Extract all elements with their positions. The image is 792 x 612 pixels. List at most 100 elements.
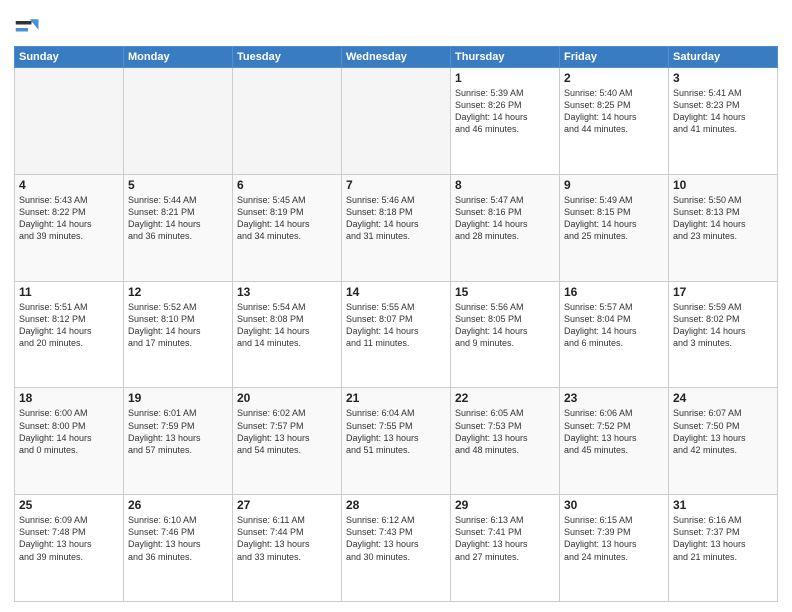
day-info: Sunrise: 5:44 AM Sunset: 8:21 PM Dayligh… <box>128 194 228 243</box>
day-info: Sunrise: 6:06 AM Sunset: 7:52 PM Dayligh… <box>564 407 664 456</box>
day-info: Sunrise: 5:59 AM Sunset: 8:02 PM Dayligh… <box>673 301 773 350</box>
day-number: 6 <box>237 178 337 192</box>
calendar-cell: 11 Sunrise: 5:51 AM Sunset: 8:12 PM Dayli… <box>15 281 124 388</box>
calendar-cell <box>233 68 342 175</box>
day-number: 3 <box>673 71 773 85</box>
day-info: Sunrise: 5:51 AM Sunset: 8:12 PM Dayligh… <box>19 301 119 350</box>
calendar-cell: 31Sunrise: 6:16 AM Sunset: 7:37 PM Dayli… <box>669 495 778 602</box>
day-info: Sunrise: 6:09 AM Sunset: 7:48 PM Dayligh… <box>19 514 119 563</box>
day-number: 14 <box>346 285 446 299</box>
day-info: Sunrise: 6:12 AM Sunset: 7:43 PM Dayligh… <box>346 514 446 563</box>
day-number: 10 <box>673 178 773 192</box>
calendar-cell: 29 Sunrise: 6:13 AM Sunset: 7:41 PM Dayli… <box>451 495 560 602</box>
day-info: Sunrise: 6:04 AM Sunset: 7:55 PM Dayligh… <box>346 407 446 456</box>
day-number: 19 <box>128 391 228 405</box>
calendar-cell: 15Sunrise: 5:56 AM Sunset: 8:05 PM Dayli… <box>451 281 560 388</box>
calendar-cell <box>342 68 451 175</box>
calendar-cell: 14 Sunrise: 5:55 AM Sunset: 8:07 PM Dayli… <box>342 281 451 388</box>
day-number: 2 <box>564 71 664 85</box>
calendar-week-row: 25 Sunrise: 6:09 AM Sunset: 7:48 PM Dayli… <box>15 495 778 602</box>
day-info: Sunrise: 5:54 AM Sunset: 8:08 PM Dayligh… <box>237 301 337 350</box>
day-number: 1 <box>455 71 555 85</box>
day-number: 21 <box>346 391 446 405</box>
calendar-week-row: 18 Sunrise: 6:00 AM Sunset: 8:00 PM Dayli… <box>15 388 778 495</box>
day-number: 8 <box>455 178 555 192</box>
day-number: 28 <box>346 498 446 512</box>
day-info: Sunrise: 5:41 AM Sunset: 8:23 PM Dayligh… <box>673 87 773 136</box>
calendar-cell: 25 Sunrise: 6:09 AM Sunset: 7:48 PM Dayli… <box>15 495 124 602</box>
day-info: Sunrise: 6:10 AM Sunset: 7:46 PM Dayligh… <box>128 514 228 563</box>
calendar-cell: 18 Sunrise: 6:00 AM Sunset: 8:00 PM Dayli… <box>15 388 124 495</box>
calendar-cell: 28 Sunrise: 6:12 AM Sunset: 7:43 PM Dayli… <box>342 495 451 602</box>
day-info: Sunrise: 6:11 AM Sunset: 7:44 PM Dayligh… <box>237 514 337 563</box>
calendar-header-row: SundayMondayTuesdayWednesdayThursdayFrid… <box>15 47 778 68</box>
day-info: Sunrise: 5:52 AM Sunset: 8:10 PM Dayligh… <box>128 301 228 350</box>
calendar-cell: 21 Sunrise: 6:04 AM Sunset: 7:55 PM Dayli… <box>342 388 451 495</box>
day-number: 24 <box>673 391 773 405</box>
day-info: Sunrise: 5:40 AM Sunset: 8:25 PM Dayligh… <box>564 87 664 136</box>
day-number: 29 <box>455 498 555 512</box>
calendar-cell: 7 Sunrise: 5:46 AM Sunset: 8:18 PM Daylig… <box>342 174 451 281</box>
calendar-cell: 4 Sunrise: 5:43 AM Sunset: 8:22 PM Daylig… <box>15 174 124 281</box>
page: SundayMondayTuesdayWednesdayThursdayFrid… <box>0 0 792 612</box>
day-number: 22 <box>455 391 555 405</box>
calendar-cell <box>15 68 124 175</box>
calendar-cell: 17 Sunrise: 5:59 AM Sunset: 8:02 PM Dayli… <box>669 281 778 388</box>
weekday-header-thursday: Thursday <box>451 47 560 68</box>
calendar-week-row: 1Sunrise: 5:39 AM Sunset: 8:26 PM Daylig… <box>15 68 778 175</box>
logo-icon <box>14 14 42 42</box>
day-info: Sunrise: 6:07 AM Sunset: 7:50 PM Dayligh… <box>673 407 773 456</box>
weekday-header-wednesday: Wednesday <box>342 47 451 68</box>
day-number: 4 <box>19 178 119 192</box>
day-info: Sunrise: 6:13 AM Sunset: 7:41 PM Dayligh… <box>455 514 555 563</box>
day-info: Sunrise: 5:46 AM Sunset: 8:18 PM Dayligh… <box>346 194 446 243</box>
day-number: 26 <box>128 498 228 512</box>
weekday-header-friday: Friday <box>560 47 669 68</box>
calendar-cell: 16Sunrise: 5:57 AM Sunset: 8:04 PM Dayli… <box>560 281 669 388</box>
day-info: Sunrise: 5:45 AM Sunset: 8:19 PM Dayligh… <box>237 194 337 243</box>
weekday-header-tuesday: Tuesday <box>233 47 342 68</box>
day-number: 27 <box>237 498 337 512</box>
day-number: 23 <box>564 391 664 405</box>
day-info: Sunrise: 5:57 AM Sunset: 8:04 PM Dayligh… <box>564 301 664 350</box>
day-number: 11 <box>19 285 119 299</box>
calendar-cell: 8Sunrise: 5:47 AM Sunset: 8:16 PM Daylig… <box>451 174 560 281</box>
calendar-cell: 6 Sunrise: 5:45 AM Sunset: 8:19 PM Daylig… <box>233 174 342 281</box>
calendar-cell: 12 Sunrise: 5:52 AM Sunset: 8:10 PM Dayli… <box>124 281 233 388</box>
day-info: Sunrise: 5:43 AM Sunset: 8:22 PM Dayligh… <box>19 194 119 243</box>
calendar-cell: 2 Sunrise: 5:40 AM Sunset: 8:25 PM Daylig… <box>560 68 669 175</box>
day-number: 15 <box>455 285 555 299</box>
day-number: 17 <box>673 285 773 299</box>
day-number: 18 <box>19 391 119 405</box>
calendar-cell: 9Sunrise: 5:49 AM Sunset: 8:15 PM Daylig… <box>560 174 669 281</box>
day-number: 20 <box>237 391 337 405</box>
calendar-cell: 1Sunrise: 5:39 AM Sunset: 8:26 PM Daylig… <box>451 68 560 175</box>
calendar-week-row: 4 Sunrise: 5:43 AM Sunset: 8:22 PM Daylig… <box>15 174 778 281</box>
day-number: 25 <box>19 498 119 512</box>
calendar-cell: 20 Sunrise: 6:02 AM Sunset: 7:57 PM Dayli… <box>233 388 342 495</box>
calendar: SundayMondayTuesdayWednesdayThursdayFrid… <box>14 46 778 602</box>
calendar-cell <box>124 68 233 175</box>
day-number: 7 <box>346 178 446 192</box>
calendar-cell: 26 Sunrise: 6:10 AM Sunset: 7:46 PM Dayli… <box>124 495 233 602</box>
day-info: Sunrise: 6:01 AM Sunset: 7:59 PM Dayligh… <box>128 407 228 456</box>
logo <box>14 14 46 42</box>
day-info: Sunrise: 6:00 AM Sunset: 8:00 PM Dayligh… <box>19 407 119 456</box>
day-number: 30 <box>564 498 664 512</box>
calendar-cell: 24 Sunrise: 6:07 AM Sunset: 7:50 PM Dayli… <box>669 388 778 495</box>
day-number: 13 <box>237 285 337 299</box>
day-info: Sunrise: 5:55 AM Sunset: 8:07 PM Dayligh… <box>346 301 446 350</box>
weekday-header-sunday: Sunday <box>15 47 124 68</box>
calendar-cell: 3 Sunrise: 5:41 AM Sunset: 8:23 PM Daylig… <box>669 68 778 175</box>
calendar-week-row: 11 Sunrise: 5:51 AM Sunset: 8:12 PM Dayli… <box>15 281 778 388</box>
calendar-cell: 22Sunrise: 6:05 AM Sunset: 7:53 PM Dayli… <box>451 388 560 495</box>
weekday-header-saturday: Saturday <box>669 47 778 68</box>
day-info: Sunrise: 6:02 AM Sunset: 7:57 PM Dayligh… <box>237 407 337 456</box>
calendar-cell: 13 Sunrise: 5:54 AM Sunset: 8:08 PM Dayli… <box>233 281 342 388</box>
day-number: 12 <box>128 285 228 299</box>
calendar-cell: 5Sunrise: 5:44 AM Sunset: 8:21 PM Daylig… <box>124 174 233 281</box>
calendar-cell: 19 Sunrise: 6:01 AM Sunset: 7:59 PM Dayli… <box>124 388 233 495</box>
day-info: Sunrise: 6:16 AM Sunset: 7:37 PM Dayligh… <box>673 514 773 563</box>
day-info: Sunrise: 5:50 AM Sunset: 8:13 PM Dayligh… <box>673 194 773 243</box>
calendar-cell: 30Sunrise: 6:15 AM Sunset: 7:39 PM Dayli… <box>560 495 669 602</box>
